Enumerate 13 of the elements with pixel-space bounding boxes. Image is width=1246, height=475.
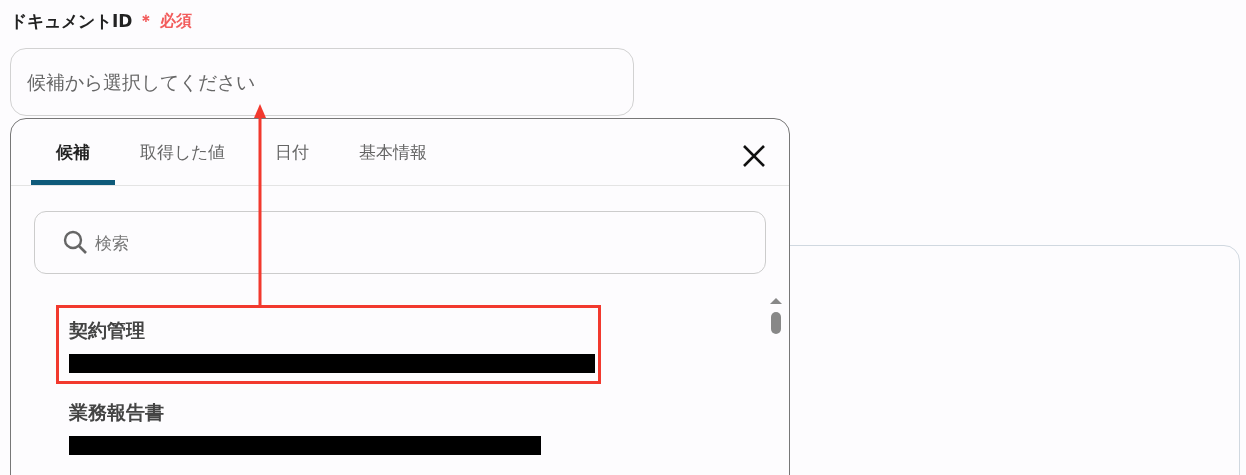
tab[interactable]: 日付 xyxy=(250,119,334,185)
field-label: ドキュメントID xyxy=(10,9,133,33)
list-item[interactable]: 業務報告書 xyxy=(56,387,601,466)
search-field[interactable]: 検索 xyxy=(34,211,766,274)
search-icon xyxy=(62,229,88,255)
select-field[interactable]: 候補から選択してください xyxy=(10,48,634,116)
required-mark: ＊ xyxy=(138,10,155,32)
tab[interactable]: 候補 xyxy=(31,119,115,185)
required-label: 必須 xyxy=(160,10,193,32)
tab[interactable]: 基本情報 xyxy=(334,119,452,185)
close-icon xyxy=(742,144,766,168)
list-item[interactable]: 契約管理 xyxy=(56,305,601,384)
tab[interactable]: 取得した値 xyxy=(115,119,250,185)
